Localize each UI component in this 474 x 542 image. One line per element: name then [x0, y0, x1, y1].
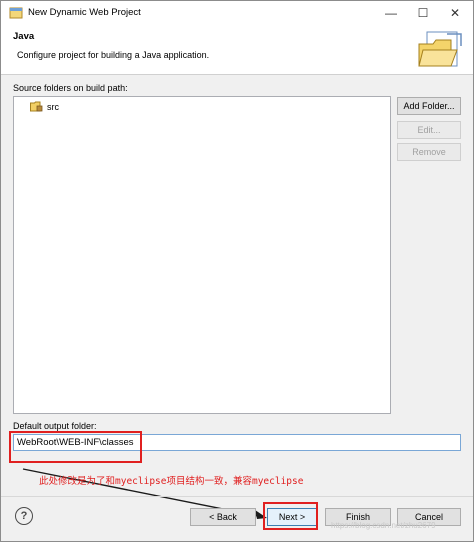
annotation-text: 此处修改是为了和myeclipse项目结构一致，兼容myeclipse [39, 476, 304, 487]
back-button[interactable]: < Back [190, 508, 256, 526]
remove-label: Remove [412, 147, 446, 157]
add-folder-button[interactable]: Add Folder... [397, 97, 461, 115]
output-highlight-box [9, 431, 142, 463]
title-bar: New Dynamic Web Project — ☐ ✕ [1, 1, 473, 25]
tree-item-src[interactable]: src [30, 101, 59, 112]
wizard-header: Java Configure project for building a Ja… [1, 25, 473, 75]
edit-button[interactable]: Edit... [397, 121, 461, 139]
watermark-text: https://blog.csdn.net/zhu2679 [331, 521, 436, 530]
folder-banner-icon [418, 31, 462, 67]
maximize-button[interactable]: ☐ [407, 1, 439, 25]
default-output-folder-label: Default output folder: [13, 421, 97, 431]
dialog-window: New Dynamic Web Project — ☐ ✕ Java Confi… [0, 0, 474, 542]
edit-label: Edit... [417, 125, 441, 135]
source-folder-icon [30, 101, 43, 112]
source-folders-label: Source folders on build path: [13, 83, 128, 93]
eclipse-app-icon [9, 7, 23, 19]
tree-item-label: src [47, 101, 59, 112]
close-button[interactable]: ✕ [439, 1, 471, 25]
source-folders-tree[interactable]: src [13, 96, 391, 414]
add-folder-label: Add Folder... [403, 101, 455, 111]
page-description: Configure project for building a Java ap… [17, 50, 210, 60]
minimize-button[interactable]: — [375, 1, 407, 25]
footer-divider [1, 496, 473, 497]
help-button[interactable]: ? [15, 507, 33, 525]
remove-button[interactable]: Remove [397, 143, 461, 161]
page-title: Java [13, 31, 35, 42]
next-highlight-box [263, 502, 318, 530]
window-title: New Dynamic Web Project [28, 7, 141, 18]
